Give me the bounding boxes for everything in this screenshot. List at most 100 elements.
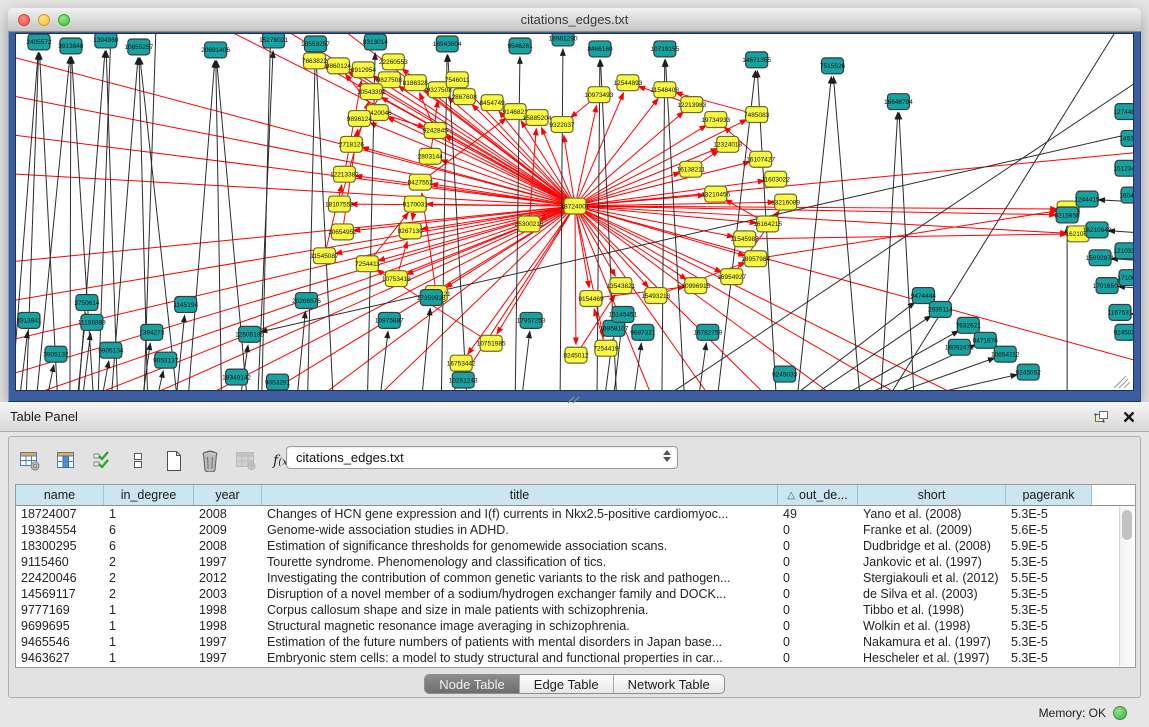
graph-node-label: 15885204 (523, 115, 552, 122)
table-row[interactable]: 911546021997Tourette syndrome. Phenomeno… (16, 554, 1135, 570)
graph-node-label: 10719155 (650, 46, 679, 53)
graph-node-label: 9245033 (772, 371, 798, 378)
graph-node-label: 9827508 (377, 77, 403, 84)
table-row[interactable]: 1872400712008Changes of HCN gene express… (16, 506, 1135, 522)
float-panel-icon[interactable] (1094, 410, 1109, 423)
canvas-resize-grip[interactable] (1114, 376, 1130, 388)
cell-in_degree: 1 (104, 618, 194, 634)
new-column-icon[interactable] (161, 448, 187, 474)
network-canvas[interactable]: 1872400776638229860124891295422260553982… (16, 34, 1133, 390)
table-row[interactable]: 1456911722003Disruption of a novel membe… (16, 586, 1135, 602)
graph-node-label: 13543821 (606, 283, 635, 290)
close-panel-icon[interactable] (1123, 411, 1135, 423)
graph-node-label: 8427552 (408, 179, 434, 186)
cell-pagerank: 5.3E-5 (1006, 634, 1092, 650)
graph-node-label: 17957253 (517, 318, 546, 325)
graph-node-label: 8466160 (587, 46, 613, 53)
column-header-short[interactable]: short (858, 485, 1006, 505)
table-selector-value: citations_edges.txt (296, 450, 404, 465)
cell-in_degree: 1 (104, 506, 194, 522)
graph-node-label: 17359928 (417, 295, 446, 302)
graph-node-label: 18724007 (561, 203, 590, 210)
graph-node-label: 7632621 (956, 323, 982, 330)
network-window-title: citations_edges.txt (8, 12, 1141, 27)
graph-node-label: 7254419 (593, 346, 619, 353)
cell-title: Changes of HCN gene expression and I(f) … (262, 506, 778, 522)
network-window-titlebar[interactable]: citations_edges.txt (8, 8, 1141, 32)
graph-node-label: 10975887 (375, 318, 404, 325)
cell-in_degree: 2 (104, 554, 194, 570)
graph-node-label: 11548408 (651, 87, 680, 94)
table-row[interactable]: 946362711997Embryonic stem cells: a mode… (16, 650, 1135, 666)
column-header-out_degree[interactable]: △out_de... (778, 485, 858, 505)
graph-node-label: 9474444 (911, 293, 937, 300)
table-row[interactable]: 977716911998Corpus callosum shape and si… (16, 602, 1135, 618)
scrollbar-thumb[interactable] (1122, 510, 1132, 540)
cell-out_degree: 0 (778, 650, 858, 666)
graph-node-label: 22260553 (379, 59, 408, 66)
delete-column-icon[interactable] (197, 448, 223, 474)
graph-node-label: 9154469 (578, 296, 604, 303)
cell-name: 9699695 (16, 618, 104, 634)
graph-node-label: 13210456 (701, 191, 730, 198)
table-vertical-scrollbar[interactable] (1119, 507, 1134, 666)
column-header-pagerank[interactable]: pagerank (1006, 485, 1092, 505)
graph-node-label: 11603022 (761, 176, 790, 183)
table-row[interactable]: 946554611997Estimation of the future num… (16, 634, 1135, 650)
tab-node-table[interactable]: Node Table (425, 675, 520, 693)
cell-name: 22420046 (16, 570, 104, 586)
graph-node-label: 8471676 (973, 338, 999, 345)
cell-name: 9465546 (16, 634, 104, 650)
graph-node-label: 11545987 (731, 236, 760, 243)
graph-node-label: 16958107 (600, 326, 629, 333)
cell-out_degree: 0 (778, 522, 858, 538)
cell-name: 18300295 (16, 538, 104, 554)
minimize-window-button[interactable] (38, 14, 50, 26)
table-mode-icon[interactable] (17, 448, 43, 474)
graph-node-label: 3750614 (74, 300, 100, 307)
column-header-year[interactable]: year (194, 485, 262, 505)
zoom-window-button[interactable] (58, 14, 70, 26)
cell-year: 1997 (194, 554, 262, 570)
table-row[interactable]: 2242004622012Investigating the contribut… (16, 570, 1135, 586)
graph-node-label: 19734933 (701, 117, 730, 124)
column-header-name[interactable]: name (16, 485, 104, 505)
select-columns-icon[interactable] (89, 448, 115, 474)
graph-node-label: 9245012 (563, 352, 589, 359)
table-row[interactable]: 1830029562008Estimation of significance … (16, 538, 1135, 554)
cell-short: Jankovic et al. (1997) (858, 554, 1006, 570)
tab-edge-table[interactable]: Edge Table (520, 675, 614, 693)
graph-node-label: 11545087 (310, 253, 339, 260)
graph-node-label: 1394860 (93, 37, 119, 44)
column-header-label: pagerank (1022, 488, 1074, 502)
table-row[interactable]: 969969511998Structural magnetic resonanc… (16, 618, 1135, 634)
clear-selection-icon[interactable] (125, 448, 151, 474)
graph-node-label: 13216089 (771, 199, 800, 206)
graph-node-label: 15992971 (1086, 255, 1115, 262)
graph-node-label: 16961290 (549, 35, 578, 42)
show-columns-icon[interactable] (53, 448, 79, 474)
graph-node-label: 2718126 (339, 142, 365, 149)
cell-in_degree: 2 (104, 586, 194, 602)
split-divider-handle[interactable] (566, 396, 582, 404)
cell-out_degree: 0 (778, 634, 858, 650)
column-header-title[interactable]: title (262, 485, 778, 505)
graph-node-label: 18349142 (222, 374, 251, 381)
memory-status-indicator[interactable] (1113, 706, 1127, 720)
cell-title: Estimation of significance thresholds fo… (262, 538, 778, 554)
graph-node-label: 1274401 (1113, 109, 1133, 116)
cell-out_degree: 0 (778, 602, 858, 618)
table-row[interactable]: 1938455462009Genome-wide association stu… (16, 522, 1135, 538)
table-selector[interactable]: citations_edges.txt (286, 446, 678, 469)
close-window-button[interactable] (18, 14, 30, 26)
graph-node-label: 1453213 (1119, 136, 1133, 143)
network-window-frame: 1872400776638229860124891295422260553982… (8, 32, 1141, 402)
table-body: 1872400712008Changes of HCN gene express… (16, 506, 1135, 666)
cell-pagerank: 5.3E-5 (1006, 618, 1092, 634)
graph-node-label: 10751985 (477, 341, 506, 348)
tab-network-table[interactable]: Network Table (614, 675, 724, 693)
column-header-in_degree[interactable]: in_degree (104, 485, 194, 505)
cell-title: Structural magnetic resonance image aver… (262, 618, 778, 634)
cell-name: 9115460 (16, 554, 104, 570)
graph-node-label: 16648784 (884, 99, 913, 106)
